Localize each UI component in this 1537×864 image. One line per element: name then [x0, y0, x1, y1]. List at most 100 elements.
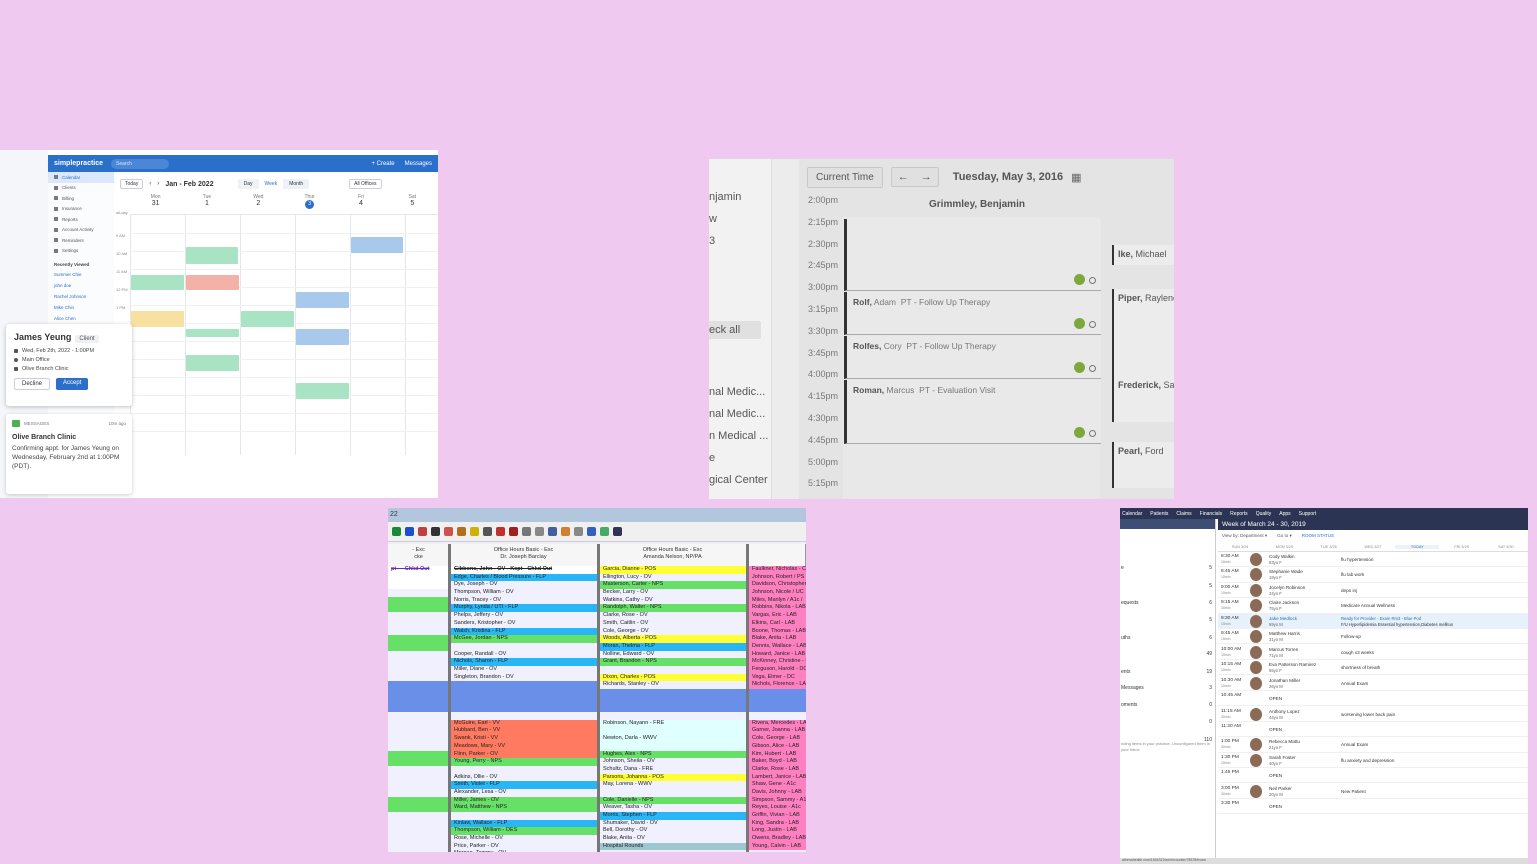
patient-name[interactable]: Claire Jackson: [1269, 600, 1299, 605]
schedule-slot[interactable]: Smith, Caitlin - OV: [600, 619, 746, 628]
schedule-slot[interactable]: Hubbard, Ben - VV: [451, 727, 597, 736]
schedule-slot[interactable]: Weaver, Tasha - OV: [600, 804, 746, 812]
schedule-slot[interactable]: Shaw, Gene - A1c: [749, 781, 806, 789]
nav-item[interactable]: Support: [1299, 511, 1317, 517]
day-tab[interactable]: WED 3/27: [1351, 545, 1395, 549]
calendar-event[interactable]: [241, 311, 294, 327]
schedule-slot[interactable]: Adkins, Ollie - OV: [451, 773, 597, 782]
inbox-item[interactable]: 110: [1120, 737, 1212, 743]
toolbar-icon[interactable]: [600, 527, 609, 536]
schedule-slot[interactable]: Garner, Joanna - LAB: [749, 727, 806, 736]
view-by-dropdown[interactable]: View by: Department ▾: [1222, 533, 1267, 539]
schedule-slot[interactable]: [388, 773, 448, 782]
nav-item[interactable]: Apps: [1279, 511, 1290, 517]
patient-name[interactable]: Neil Parker: [1269, 786, 1292, 791]
toolbar-icon[interactable]: [431, 527, 440, 536]
schedule-slot[interactable]: [600, 742, 746, 751]
schedule-slot[interactable]: Robbins, Nikola - LAB: [749, 604, 806, 613]
next-icon[interactable]: ›: [157, 181, 159, 187]
schedule-slot[interactable]: Faulkner, Nicholas - C: [749, 566, 806, 574]
schedule-slot[interactable]: Kim, Hubert - LAB: [749, 750, 806, 759]
sidebar-item[interactable]: Calendar: [48, 172, 114, 183]
schedule-slot[interactable]: Grant, Brandon - NPS: [600, 658, 746, 666]
schedule-slot[interactable]: Vega, Elmer - DC: [749, 673, 806, 682]
schedule-slot[interactable]: Thompson, William - OES: [451, 827, 597, 836]
prev-arrow-icon[interactable]: ←: [892, 168, 915, 186]
schedule-slot[interactable]: Cole, George - OV: [600, 627, 746, 636]
office-filter[interactable]: All Offices: [349, 179, 382, 189]
messages-button[interactable]: Messages: [405, 161, 432, 167]
calendar-event[interactable]: [351, 237, 403, 253]
schedule-slot[interactable]: Davis, Johnny - LAB: [749, 788, 806, 797]
day-header[interactable]: Thur 3: [284, 194, 335, 212]
appointment-row[interactable]: 8:30 AM 15min Cody Walkin 83yo F flu hyperte…: [1218, 552, 1528, 568]
schedule-slot[interactable]: Watkins, Cathy - OV: [600, 596, 746, 605]
patient-name[interactable]: Sarah Foster: [1269, 755, 1296, 760]
list-item[interactable]: nal Medic...: [709, 386, 765, 398]
schedule-slot[interactable]: Lambert, Janice - LAB: [749, 773, 806, 782]
schedule-slot[interactable]: Schultz, Dana - FRE: [600, 765, 746, 774]
accept-button[interactable]: Accept: [56, 378, 89, 390]
schedule-slot[interactable]: Boone, Thomas - LAB: [749, 627, 806, 636]
schedule-slot[interactable]: Meadows, Mary - VV: [451, 742, 597, 751]
toolbar-icon[interactable]: [587, 527, 596, 536]
schedule-slot[interactable]: Young, Calvin - LAB: [749, 842, 806, 851]
schedule-slot[interactable]: [388, 696, 448, 705]
schedule-slot[interactable]: [388, 742, 448, 751]
next-arrow-icon[interactable]: →: [915, 168, 938, 186]
schedule-slot[interactable]: Rose, Michelle - OV: [451, 835, 597, 843]
toolbar-icon[interactable]: [392, 527, 401, 536]
schedule-slot[interactable]: Dye, Joseph - OV: [451, 581, 597, 590]
day-tab[interactable]: SUN 3/24: [1218, 545, 1262, 549]
schedule-slot[interactable]: Richards, Stanley - OV: [600, 681, 746, 689]
list-item[interactable]: gical Center: [709, 474, 768, 486]
schedule-slot[interactable]: Johnson, Sheila - OV: [600, 758, 746, 766]
schedule-slot[interactable]: Murphy, Lynda / UTI - FLP: [451, 604, 597, 613]
today-button[interactable]: Today: [120, 179, 144, 189]
schedule-slot[interactable]: [451, 696, 597, 705]
schedule-slot[interactable]: Swank, Kristi - VV: [451, 735, 597, 743]
schedule-slot[interactable]: Long, Justin - LAB: [749, 827, 806, 836]
patient-name[interactable]: Matthew Harris: [1269, 631, 1300, 636]
schedule-slot[interactable]: Thompson, William - OV: [451, 589, 597, 597]
appointment-row[interactable]: 9:45 AM 15min Matthew Harris 31yo M Follow-u…: [1218, 629, 1528, 645]
inbox-item[interactable]: Messages 3: [1120, 685, 1212, 691]
schedule-slot[interactable]: Gibson, Alice - LAB: [749, 742, 806, 751]
nav-item[interactable]: Claims: [1176, 511, 1191, 517]
nav-item[interactable]: Patients: [1150, 511, 1168, 517]
schedule-slot[interactable]: Edge, Charles / Blood Pressure - FLP: [451, 573, 597, 582]
schedule-slot[interactable]: [388, 850, 448, 852]
appointment-row[interactable]: 9:30 AM 15min Jake Medlock 69yo M Ready for …: [1218, 613, 1528, 629]
schedule-slot[interactable]: McKinney, Christine - I: [749, 658, 806, 666]
patient-name[interactable]: Rebecca Mattu: [1269, 739, 1300, 744]
schedule-slot[interactable]: [388, 658, 448, 666]
schedule-slot[interactable]: Newton, Darla - WWV: [600, 735, 746, 743]
patient-name[interactable]: Jake Medlock: [1269, 616, 1297, 621]
patient-name[interactable]: Stephanie Wade: [1269, 569, 1303, 574]
sidebar-item[interactable]: Reminders: [48, 235, 114, 246]
appointment-row[interactable]: 1:45 PM OPEN: [1218, 768, 1528, 784]
day-header[interactable]: Wed 2: [233, 194, 284, 212]
schedule-slot[interactable]: [388, 581, 448, 590]
appointment-row[interactable]: 8:45 AM 15min Stephanie Wade 19yo F flu lab …: [1218, 567, 1528, 583]
schedule-slot[interactable]: [388, 758, 448, 766]
schedule-slot[interactable]: Howard, Janice - LAB: [749, 650, 806, 659]
calendar-icon[interactable]: ▦: [1071, 171, 1081, 184]
schedule-slot[interactable]: Clarke, Rose - OV: [600, 612, 746, 620]
appointment-row[interactable]: 10:00 AM 15min Marcus Torres 71yo M cough x3…: [1218, 645, 1528, 660]
recent-client-link[interactable]: Mike Chin: [48, 302, 114, 313]
patient-name[interactable]: Marcus Torres: [1269, 647, 1298, 652]
sidebar-item[interactable]: Reports: [48, 214, 114, 225]
go-to-dropdown[interactable]: Go to ▾: [1277, 533, 1292, 539]
calendar-event[interactable]: [186, 275, 239, 290]
room-status-link[interactable]: ROOM STATUS: [1302, 533, 1334, 539]
schedule-slot[interactable]: Johnson, Nicole / UC: [749, 589, 806, 597]
schedule-slot[interactable]: [600, 696, 746, 705]
schedule-slot[interactable]: [388, 573, 448, 582]
schedule-slot[interactable]: Blake, Anita - LAB: [749, 635, 806, 643]
patient-name[interactable]: Jonathan Miller: [1269, 678, 1300, 683]
schedule-slot[interactable]: [388, 704, 448, 713]
schedule-slot[interactable]: Nichols, Florence - LAB: [749, 681, 806, 689]
appointment-row[interactable]: 1:30 PM 15min Sarah Foster 40yo F flu anxiet…: [1218, 753, 1528, 769]
schedule-slot[interactable]: Flinn, Parker - OV: [451, 750, 597, 759]
